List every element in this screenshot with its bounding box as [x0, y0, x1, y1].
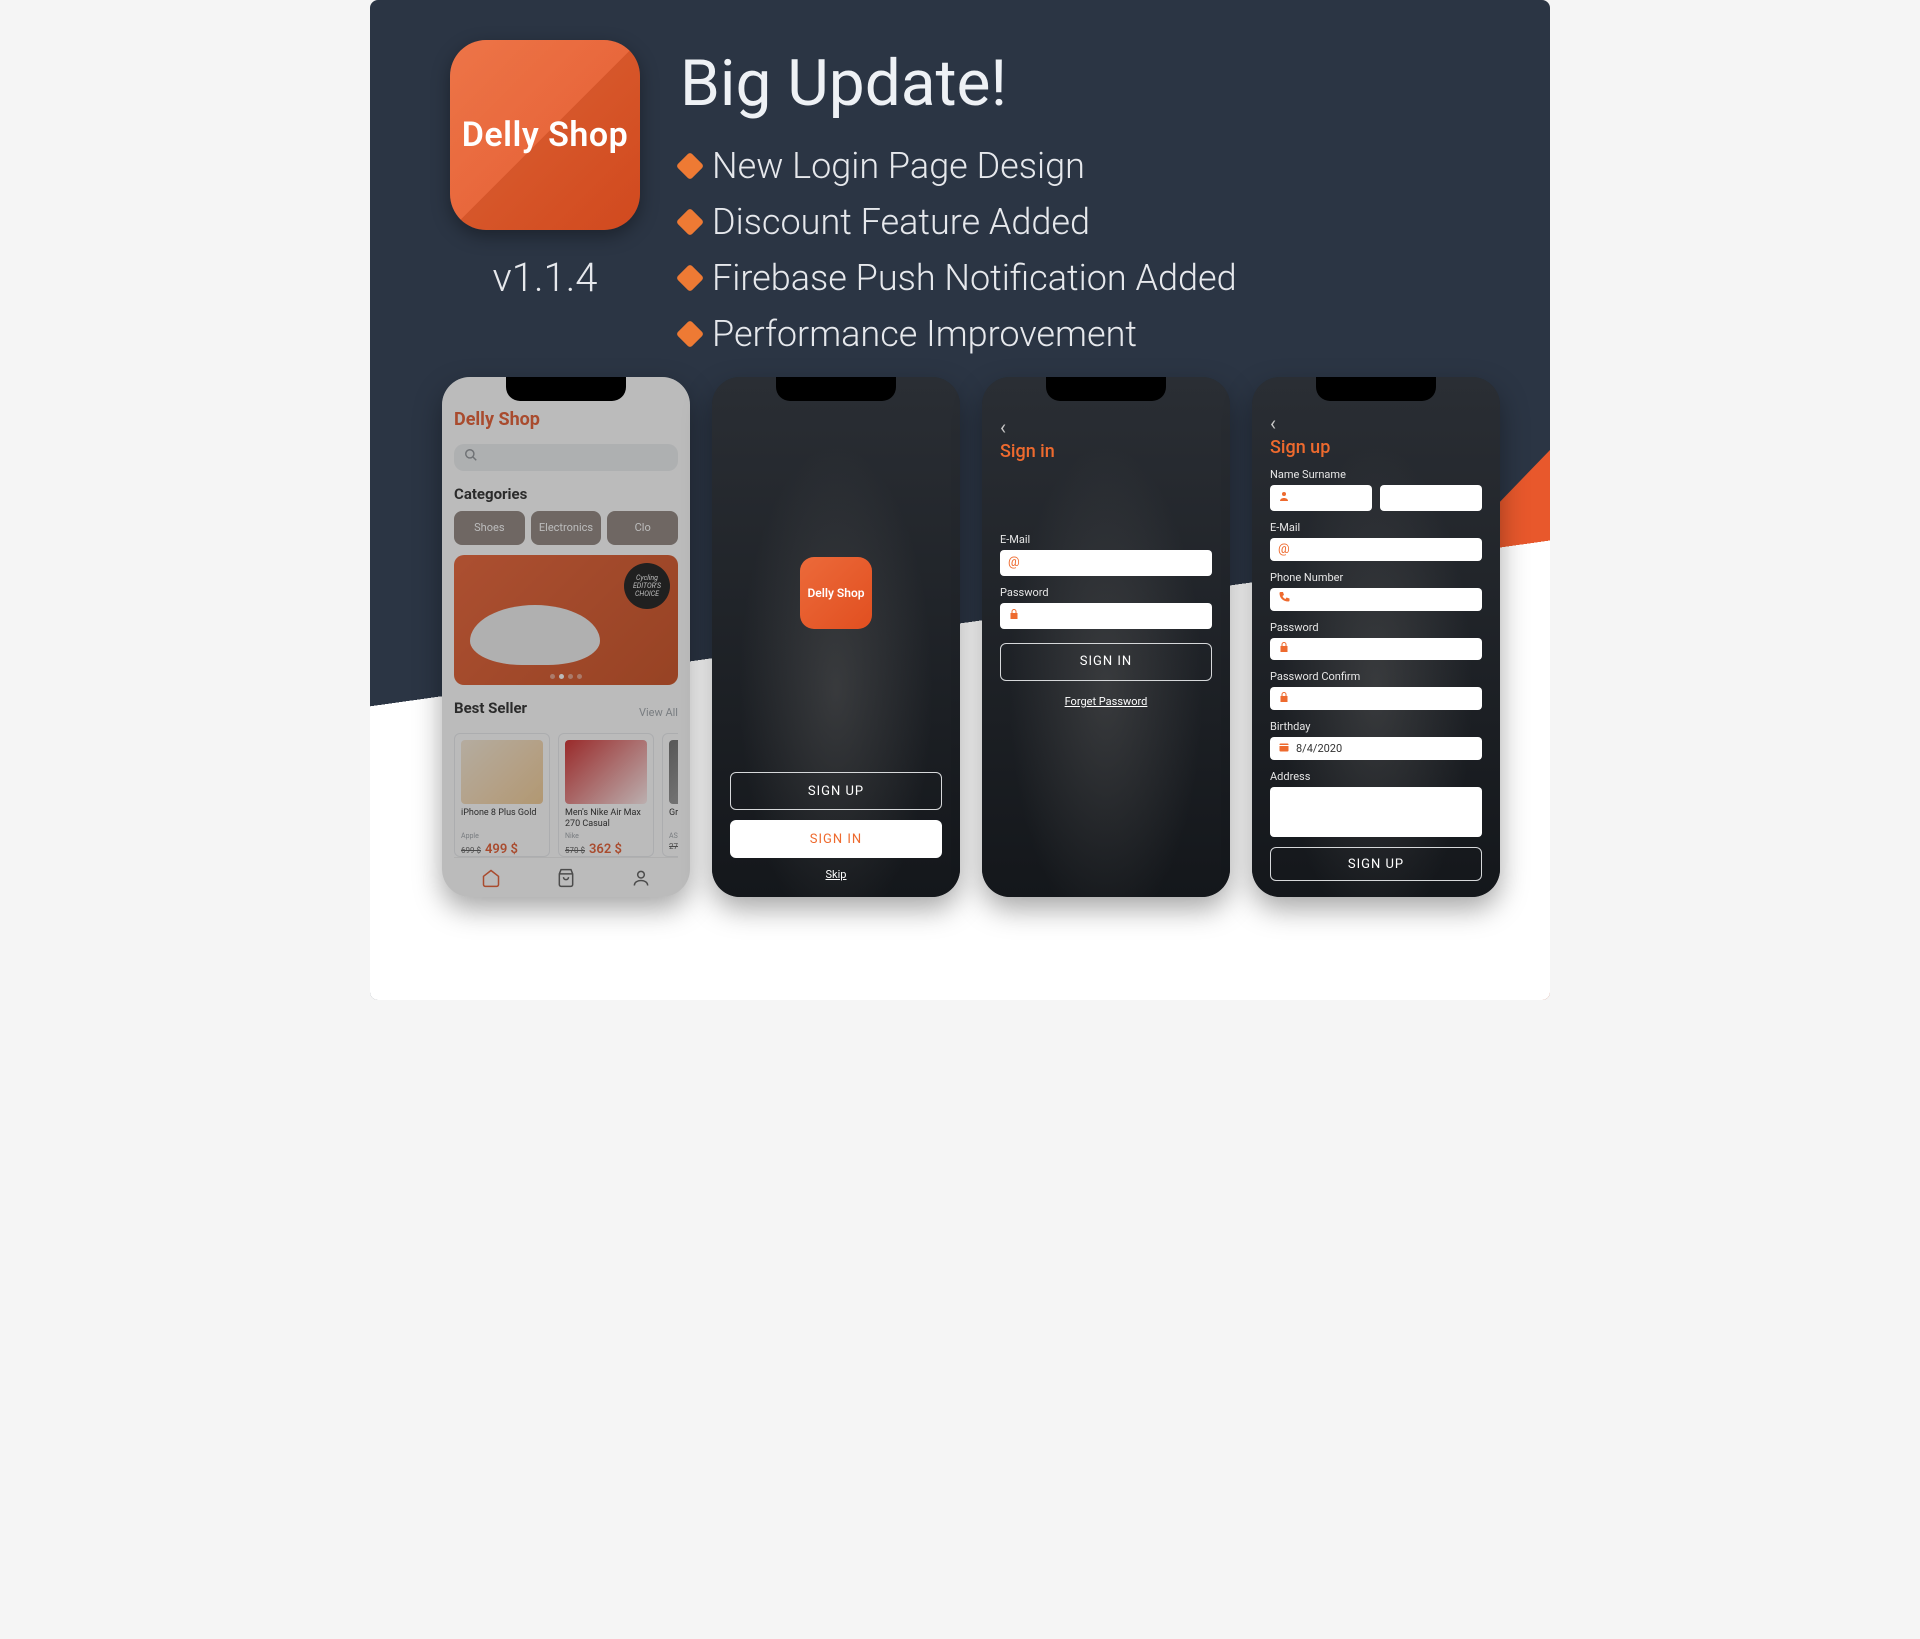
hero-product-image — [470, 605, 600, 665]
signup-submit-button[interactable]: SIGN UP — [1270, 847, 1482, 881]
password-field[interactable] — [1270, 638, 1482, 661]
app-icon: Delly Shop — [450, 40, 640, 230]
promo-card: Delly Shop v1.1.4 Big Update! New Login … — [370, 0, 1550, 1000]
phone-label: Phone Number — [1270, 571, 1482, 584]
product-card[interactable]: Grey Fi ASIAN 270 $ — [662, 733, 678, 857]
skip-link[interactable]: Skip — [730, 868, 942, 881]
email-label: E-Mail — [1270, 521, 1482, 534]
feature-list: New Login Page Design Discount Feature A… — [680, 145, 1500, 355]
lock-icon — [1278, 691, 1290, 707]
categories-heading: Categories — [454, 485, 678, 503]
bullet-icon — [676, 264, 704, 292]
email-label: E-Mail — [1000, 533, 1212, 546]
view-all-link[interactable]: View All — [639, 706, 678, 719]
phone-notch — [506, 377, 626, 401]
first-name-field[interactable] — [1270, 485, 1372, 511]
bottom-nav — [454, 857, 678, 897]
screenshot-home: Delly Shop Categories Shoes Electronics … — [442, 377, 690, 897]
birthday-label: Birthday — [1270, 720, 1482, 733]
password-label: Password — [1270, 621, 1482, 634]
product-image — [669, 740, 678, 804]
phone-icon — [1278, 591, 1290, 607]
bullet-icon — [676, 152, 704, 180]
signup-title: Sign up — [1270, 437, 1482, 458]
forgot-password-link[interactable]: Forget Password — [1000, 695, 1212, 708]
signin-button[interactable]: SIGN IN — [730, 820, 942, 858]
category-chip[interactable]: Clo — [607, 511, 678, 545]
app-icon-label: Delly Shop — [462, 115, 629, 155]
birthday-value: 8/4/2020 — [1296, 742, 1342, 755]
best-seller-heading: Best Seller — [454, 699, 527, 717]
bag-icon[interactable] — [555, 867, 577, 889]
headline: Big Update! — [680, 46, 1500, 121]
bullet-icon — [676, 320, 704, 348]
screenshot-signup: ‹ Sign up Name Surname E-Mail @ Phone Nu… — [1252, 377, 1500, 897]
password-field[interactable] — [1000, 603, 1212, 629]
feature-item: New Login Page Design — [680, 145, 1500, 187]
lock-icon — [1278, 641, 1290, 657]
product-card[interactable]: Men's Nike Air Max 270 Casual Nike 570 $… — [558, 733, 654, 857]
home-icon[interactable] — [480, 867, 502, 889]
birthday-field[interactable]: 8/4/2020 — [1270, 737, 1482, 760]
home-brand-title: Delly Shop — [454, 409, 678, 430]
phone-notch — [1046, 377, 1166, 401]
hero-banner[interactable]: Cycling EDITOR'S CHOICE — [454, 555, 678, 686]
landing-logo: Delly Shop — [800, 557, 872, 629]
at-icon: @ — [1278, 542, 1290, 557]
product-card[interactable]: iPhone 8 Plus Gold Apple 699 $499 $ — [454, 733, 550, 857]
hero-badge: Cycling EDITOR'S CHOICE — [624, 563, 670, 609]
screenshot-signin: ‹ Sign in E-Mail @ Password SIGN IN Forg… — [982, 377, 1230, 897]
product-image — [565, 740, 647, 804]
phone-notch — [1316, 377, 1436, 401]
address-field[interactable] — [1270, 787, 1482, 837]
email-field[interactable]: @ — [1000, 550, 1212, 576]
signin-submit-button[interactable]: SIGN IN — [1000, 643, 1212, 681]
category-chip[interactable]: Shoes — [454, 511, 525, 545]
email-field[interactable]: @ — [1270, 538, 1482, 561]
at-icon: @ — [1008, 555, 1020, 570]
calendar-icon — [1278, 741, 1290, 757]
back-icon[interactable]: ‹ — [1270, 413, 1482, 433]
search-input[interactable] — [454, 444, 678, 471]
password-confirm-field[interactable] — [1270, 687, 1482, 710]
feature-item: Discount Feature Added — [680, 201, 1500, 243]
address-label: Address — [1270, 770, 1482, 783]
category-chip[interactable]: Electronics — [531, 511, 602, 545]
version-label: v1.1.4 — [493, 254, 598, 301]
carousel-dots[interactable] — [550, 674, 582, 679]
signin-title: Sign in — [1000, 441, 1212, 462]
product-image — [461, 740, 543, 804]
name-label: Name Surname — [1270, 468, 1482, 481]
feature-item: Firebase Push Notification Added — [680, 257, 1500, 299]
back-icon[interactable]: ‹ — [1000, 417, 1212, 437]
phone-field[interactable] — [1270, 588, 1482, 611]
screenshot-landing: Delly Shop SIGN UP SIGN IN Skip — [712, 377, 960, 897]
signup-button[interactable]: SIGN UP — [730, 772, 942, 810]
logo-column: Delly Shop v1.1.4 — [450, 40, 640, 355]
user-icon[interactable] — [630, 867, 652, 889]
bullet-icon — [676, 208, 704, 236]
password-confirm-label: Password Confirm — [1270, 670, 1482, 683]
search-icon — [464, 448, 478, 466]
last-name-field[interactable] — [1380, 485, 1482, 511]
phone-notch — [776, 377, 896, 401]
password-label: Password — [1000, 586, 1212, 599]
feature-item: Performance Improvement — [680, 313, 1500, 355]
user-icon — [1278, 490, 1290, 506]
lock-icon — [1008, 608, 1020, 624]
